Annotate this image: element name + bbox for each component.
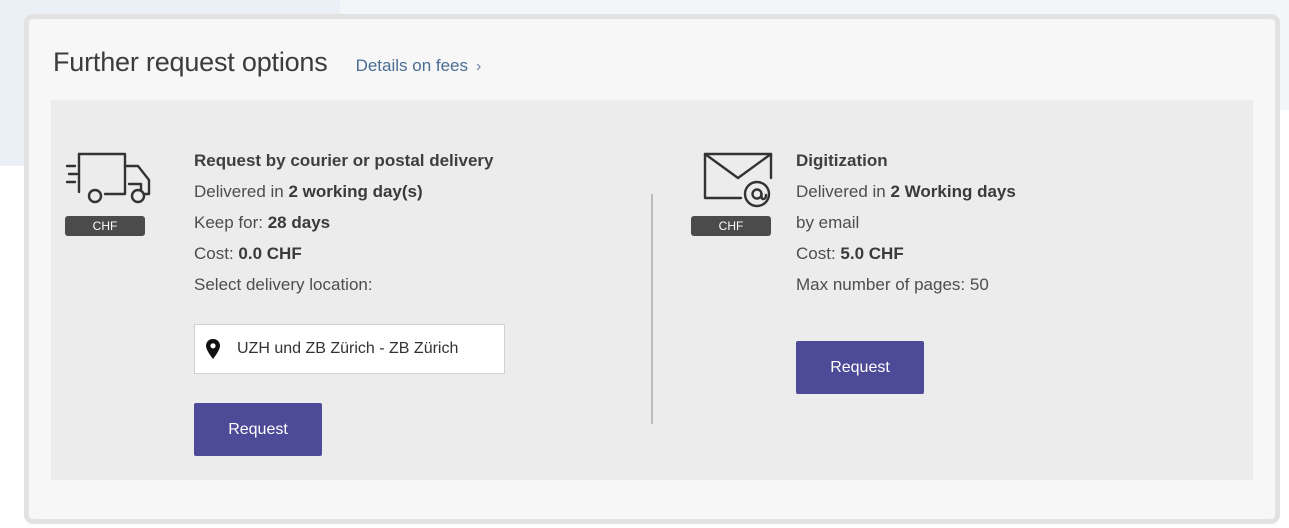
cost-value: 5.0 CHF — [840, 244, 904, 263]
courier-keep-period: Keep for: 28 days — [194, 207, 493, 238]
delivery-truck-icon — [65, 152, 151, 204]
delivery-location-select[interactable]: UZH und ZB Zürich - ZB Zürich — [194, 324, 505, 374]
digitization-delivery-time: Delivered in 2 Working days — [796, 176, 1016, 207]
digitization-max-pages: Max number of pages: 50 — [796, 275, 989, 294]
delivered-value: 2 working day(s) — [288, 182, 423, 201]
cost-value: 0.0 CHF — [238, 244, 302, 263]
chf-badge: CHF — [65, 216, 145, 236]
map-pin-icon — [206, 339, 220, 359]
digitization-details: Digitization Delivered in 2 Working days… — [796, 145, 1016, 300]
keep-prefix: Keep for: — [194, 213, 268, 232]
delivered-prefix: Delivered in — [194, 182, 289, 201]
email-envelope-icon — [703, 152, 773, 208]
digitization-option: CHF Digitization Delivered in 2 Working … — [671, 100, 1251, 480]
cost-prefix: Cost: — [796, 244, 841, 263]
courier-cost: Cost: 0.0 CHF — [194, 238, 493, 269]
courier-icon-group: CHF — [65, 148, 155, 236]
details-on-fees-label: Details on fees — [355, 56, 469, 75]
digitization-channel: by email — [796, 213, 860, 232]
delivery-location-value: UZH und ZB Zürich - ZB Zürich — [237, 340, 459, 357]
cost-prefix: Cost: — [194, 244, 239, 263]
courier-delivery-time: Delivered in 2 working day(s) — [194, 176, 493, 207]
request-options-body: CHF Request by courier or postal deliver… — [51, 100, 1253, 480]
delivered-value: 2 Working days — [890, 182, 1016, 201]
panel-header: Further request options Details on fees › — [53, 47, 481, 78]
digitization-cost: Cost: 5.0 CHF — [796, 238, 1016, 269]
request-options-panel: Further request options Details on fees › — [24, 14, 1280, 524]
chevron-right-icon: › — [476, 58, 482, 75]
courier-heading: Request by courier or postal delivery — [194, 151, 494, 170]
panel-title: Further request options — [53, 47, 328, 77]
digitization-request-button[interactable]: Request — [796, 341, 924, 394]
courier-option: CHF Request by courier or postal deliver… — [51, 100, 651, 480]
location-label: Select delivery location: — [194, 275, 373, 294]
digitization-heading: Digitization — [796, 151, 888, 170]
details-on-fees-link[interactable]: Details on fees › — [356, 56, 482, 76]
digitization-icon-group: CHF — [691, 148, 781, 236]
chf-badge: CHF — [691, 216, 771, 236]
delivered-prefix: Delivered in — [796, 182, 891, 201]
courier-request-button[interactable]: Request — [194, 403, 322, 456]
keep-value: 28 days — [267, 213, 331, 232]
courier-details: Request by courier or postal delivery De… — [194, 145, 493, 300]
column-divider — [651, 194, 653, 424]
